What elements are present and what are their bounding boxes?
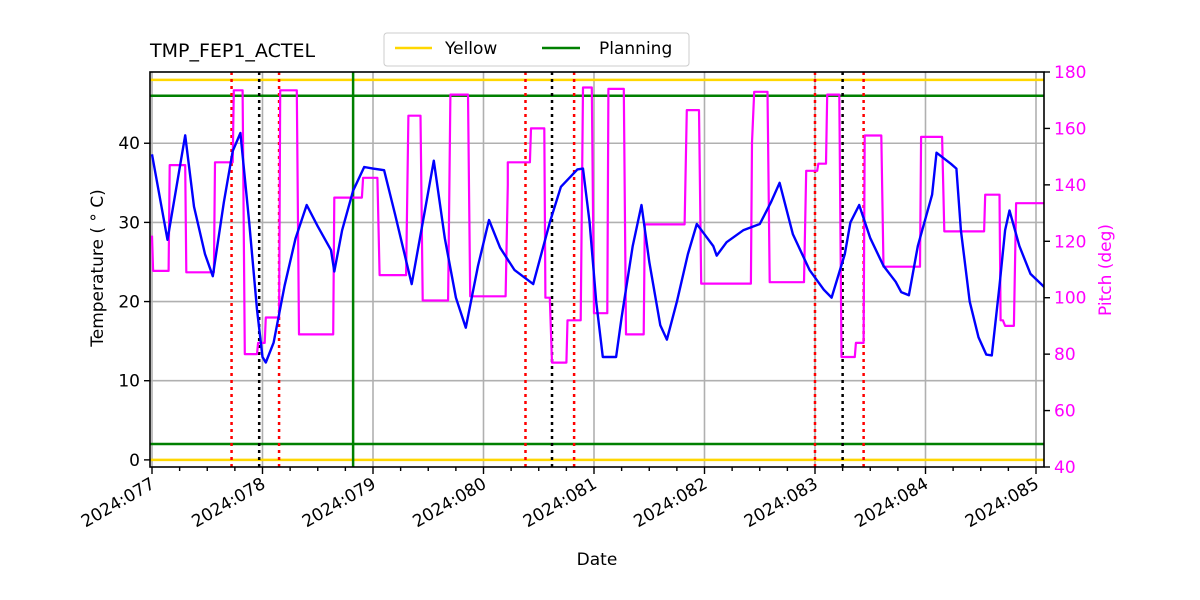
y2-tick-label: 180 (1054, 63, 1086, 83)
legend-label-yellow: Yellow (444, 39, 497, 59)
y2-tick-label: 120 (1054, 232, 1086, 252)
y-tick-label: 30 (118, 213, 140, 233)
x-axis-label: Date (577, 550, 618, 570)
y-tick-label: 20 (118, 293, 140, 313)
y2-tick-label: 140 (1054, 176, 1086, 196)
y-tick-label: 0 (129, 451, 140, 471)
y-axis-label: Temperature ( ° C) (88, 189, 108, 348)
y-tick-label: 10 (118, 372, 140, 392)
legend: Yellow Planning (383, 32, 690, 67)
figure-background (0, 0, 1200, 600)
y2-tick-label: 160 (1054, 119, 1086, 139)
y2-tick-label: 80 (1054, 345, 1076, 365)
chart: 2024:077 2024:078 2024:079 2024:080 2024:081… (0, 0, 1200, 600)
legend-label-planning: Planning (599, 39, 672, 59)
y2-tick-label: 60 (1054, 402, 1076, 422)
y2-axis-label: Pitch (deg) (1096, 224, 1116, 316)
y-tick-label: 40 (118, 134, 140, 154)
y2-tick-label: 100 (1054, 289, 1086, 309)
chart-title: TMP_FEP1_ACTEL (149, 40, 315, 62)
y2-tick-label: 40 (1054, 458, 1076, 478)
